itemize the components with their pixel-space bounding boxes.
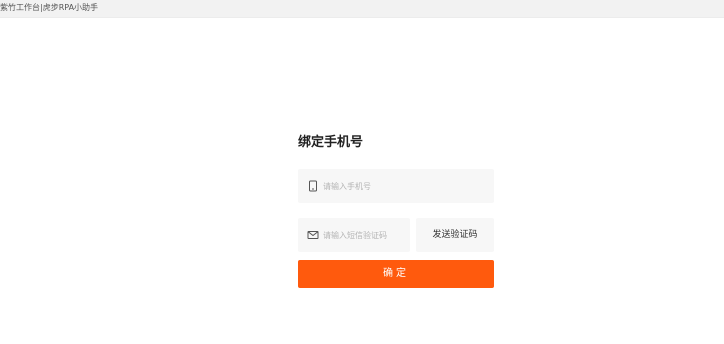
mail-icon <box>307 231 319 239</box>
form-heading: 绑定手机号 <box>298 135 364 150</box>
confirm-button[interactable]: 确定 <box>298 260 494 288</box>
phone-input[interactable] <box>323 178 483 194</box>
send-code-button[interactable]: 发送验证码 <box>416 218 494 252</box>
sms-code-input[interactable] <box>323 227 405 243</box>
phone-icon <box>309 180 317 192</box>
window-titlebar: 紫竹工作台|虎步RPA小助手 <box>0 0 724 18</box>
sms-code-field[interactable] <box>298 218 410 252</box>
window-title: 紫竹工作台|虎步RPA小助手 <box>0 3 99 12</box>
phone-field[interactable] <box>298 169 494 203</box>
